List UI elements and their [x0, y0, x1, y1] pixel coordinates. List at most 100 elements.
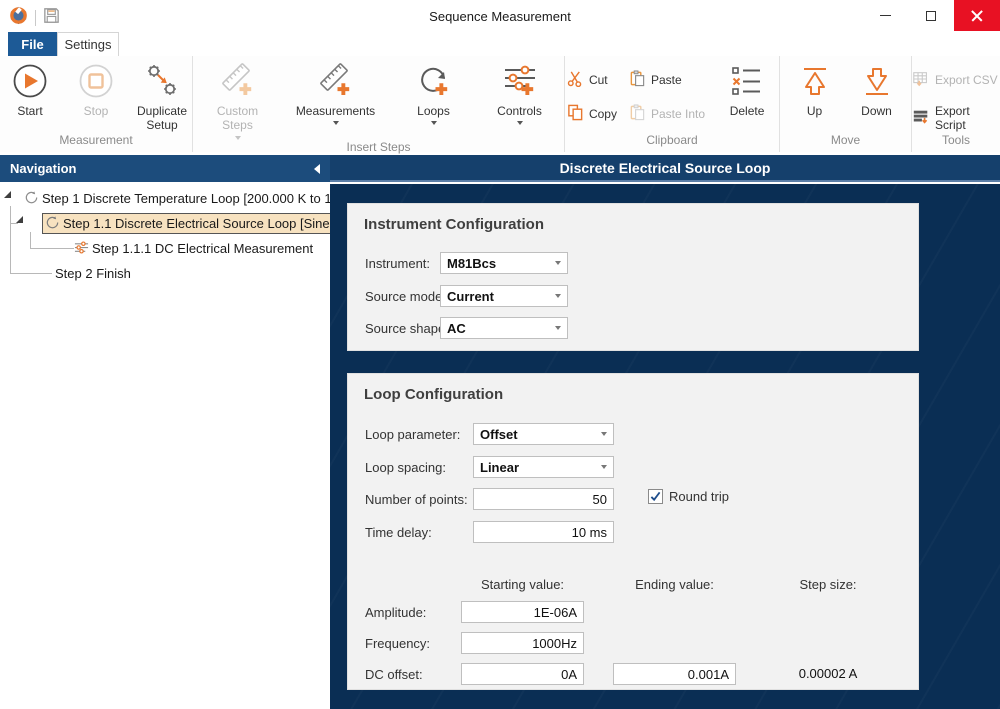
copy-button[interactable]: Copy [567, 103, 617, 125]
down-button[interactable]: Down [853, 59, 901, 133]
time-delay-input[interactable] [473, 521, 614, 543]
save-icon[interactable] [42, 6, 61, 30]
export-script-button[interactable]: Export Script [912, 107, 1000, 129]
up-button[interactable]: Up [791, 59, 839, 133]
loop-parameter-dropdown[interactable]: Offset [473, 423, 614, 445]
round-trip-field: Round trip [648, 489, 729, 504]
app-logo-icon [8, 5, 29, 31]
group-label-tools: Tools [912, 133, 1000, 152]
loop-icon [45, 215, 60, 233]
ribbon-group-measurement: Start Stop [0, 56, 193, 152]
chevron-down-icon [601, 432, 607, 436]
expander-step1-1-icon[interactable] [16, 216, 23, 223]
custom-steps-icon [220, 63, 256, 102]
export-script-icon [912, 108, 930, 129]
group-label-move: Move [780, 133, 911, 152]
tree-line [10, 223, 18, 224]
delete-icon [729, 63, 765, 102]
ribbon-group-clipboard: Cut Copy [565, 56, 780, 152]
round-trip-label: Round trip [669, 489, 729, 504]
tree-item-step1-1-1[interactable]: Step 1.1.1 DC Electrical Measurement [74, 238, 313, 259]
duplicate-setup-icon [144, 63, 180, 102]
dc-offset-step-value: 0.00002 A [768, 666, 888, 681]
source-shape-dropdown[interactable]: AC [440, 317, 568, 339]
start-button[interactable]: Start [0, 59, 60, 133]
cut-button[interactable]: Cut [567, 69, 617, 91]
tree-item-step2[interactable]: Step 2 Finish [55, 263, 131, 284]
duplicate-setup-button[interactable]: Duplicate Setup [132, 59, 192, 133]
ribbon: Start Stop [0, 56, 1000, 152]
ending-value-header: Ending value: [613, 577, 736, 592]
close-button[interactable] [954, 0, 1000, 31]
loop-parameter-label: Loop parameter: [365, 427, 460, 442]
paste-button[interactable]: Paste [629, 69, 705, 91]
up-icon [797, 63, 833, 102]
paste-icon [629, 70, 646, 90]
loop-spacing-dropdown[interactable]: Linear [473, 456, 614, 478]
content-title: Discrete Electrical Source Loop [330, 155, 1000, 182]
round-trip-checkbox[interactable] [648, 489, 663, 504]
titlebar-separator [35, 10, 36, 26]
window-titlebar: Sequence Measurement [0, 0, 1000, 32]
chevron-down-icon [555, 326, 561, 330]
chevron-down-icon [555, 294, 561, 298]
tree-line [30, 232, 31, 248]
app-window: Sequence Measurement File Settings [0, 0, 1000, 709]
expander-step1-icon[interactable] [4, 191, 11, 198]
tree-item-step1[interactable]: Step 1 Discrete Temperature Loop [200.00… [24, 188, 330, 209]
dc-offset-start-input[interactable] [461, 663, 584, 685]
paste-into-button: Paste Into [629, 103, 705, 125]
tab-settings[interactable]: Settings [57, 32, 119, 56]
group-label-measurement: Measurement [0, 133, 192, 152]
starting-value-header: Starting value: [461, 577, 584, 592]
measurements-button[interactable]: Measurements [294, 59, 378, 140]
minimize-icon [880, 15, 891, 16]
step-size-header: Step size: [768, 577, 888, 592]
check-icon [650, 491, 661, 502]
custom-steps-button: Custom Steps [208, 59, 268, 140]
navigation-header: Navigation [0, 155, 330, 182]
collapse-panel-icon[interactable] [314, 164, 320, 174]
source-mode-label: Source mode: [365, 289, 446, 304]
loop-config-title: Loop Configuration [364, 386, 503, 403]
ribbon-group-insert-steps: Custom Steps Measurements [193, 56, 565, 152]
group-label-clipboard: Clipboard [565, 133, 779, 152]
ribbon-tabrow: File Settings [0, 32, 1000, 56]
instrument-config-panel: Instrument Configuration Instrument: M81… [347, 203, 919, 351]
num-points-input[interactable] [473, 488, 614, 510]
maximize-icon [926, 11, 936, 21]
cut-icon [567, 70, 584, 90]
tree-item-step1-1[interactable]: Step 1.1 Discrete Electrical Source Loop… [42, 213, 330, 234]
dc-offset-label: DC offset: [365, 667, 423, 682]
time-delay-label: Time delay: [365, 525, 432, 540]
controls-caret-icon [517, 121, 523, 125]
dc-offset-end-input[interactable] [613, 663, 736, 685]
chevron-down-icon [601, 465, 607, 469]
instrument-label: Instrument: [365, 256, 430, 271]
measurements-caret-icon [333, 121, 339, 125]
down-icon [859, 63, 895, 102]
source-mode-dropdown[interactable]: Current [440, 285, 568, 307]
export-csv-button: Export CSV [912, 69, 1000, 91]
controls-icon [502, 63, 538, 102]
tree-line [10, 206, 11, 274]
amplitude-start-input[interactable] [461, 601, 584, 623]
tab-file[interactable]: File [8, 32, 57, 56]
ribbon-group-move: Up Down Move [780, 56, 912, 152]
ribbon-group-tools: Export CSV [912, 56, 1000, 152]
window-title: Sequence Measurement [0, 0, 1000, 32]
controls-button[interactable]: Controls [490, 59, 550, 140]
navigation-tree: Step 1 Discrete Temperature Loop [200.00… [0, 182, 330, 709]
loops-button[interactable]: Loops [404, 59, 464, 140]
instrument-dropdown[interactable]: M81Bcs [440, 252, 568, 274]
frequency-label: Frequency: [365, 636, 430, 651]
minimize-button[interactable] [862, 0, 908, 31]
maximize-button[interactable] [908, 0, 954, 31]
loops-icon [416, 63, 452, 102]
frequency-start-input[interactable] [461, 632, 584, 654]
export-csv-icon [912, 70, 930, 91]
paste-into-icon [629, 104, 646, 124]
tree-line [30, 248, 74, 249]
source-shape-label: Source shape: [365, 321, 449, 336]
delete-button[interactable]: Delete [717, 59, 777, 133]
